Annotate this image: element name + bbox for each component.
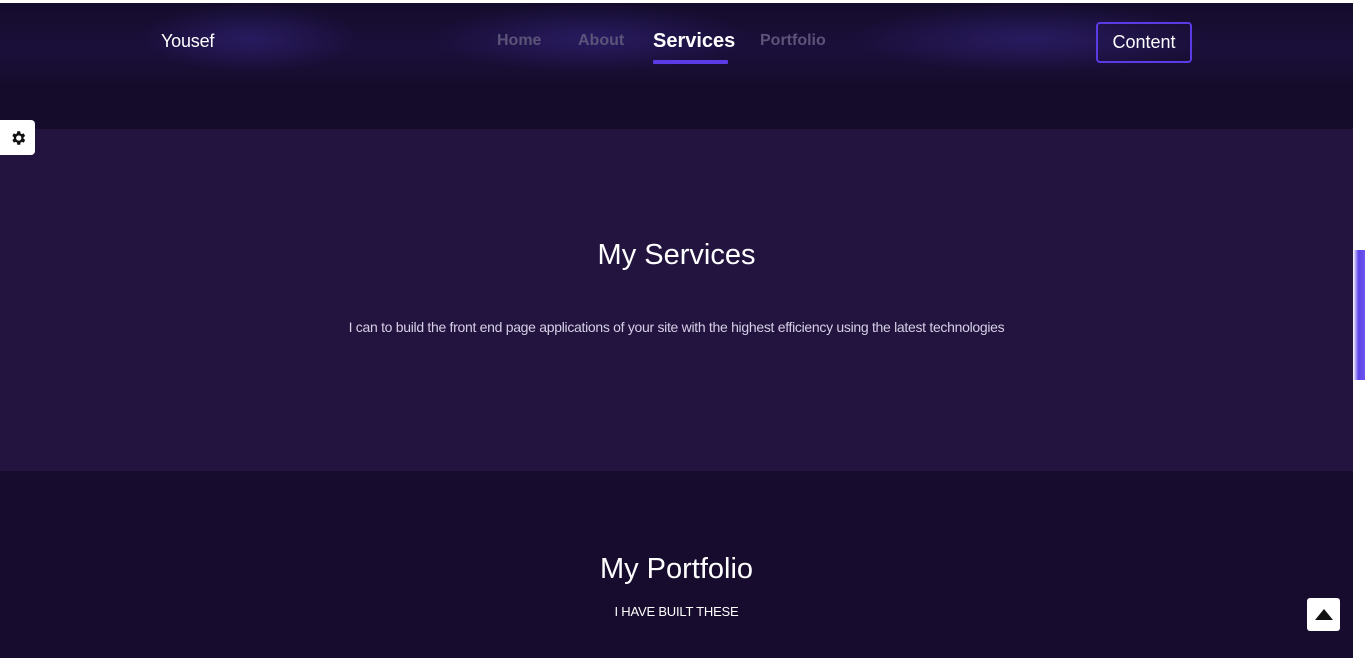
portfolio-subtitle: I HAVE BUILT THESE <box>614 604 739 619</box>
services-title: My Services <box>597 239 756 271</box>
nav-link-services[interactable]: Services <box>653 30 735 53</box>
brand-logo[interactable]: Yousef <box>161 31 214 52</box>
page-viewport: Yousef Home About Services Portfolio Con… <box>0 3 1353 658</box>
header-spacer <box>0 83 1353 129</box>
nav-link-home[interactable]: Home <box>497 32 541 50</box>
caret-up-icon <box>1314 608 1333 620</box>
portfolio-title: My Portfolio <box>599 553 754 585</box>
settings-toggle-button[interactable] <box>0 120 35 155</box>
navbar: Yousef Home About Services Portfolio Con… <box>0 3 1353 83</box>
active-nav-indicator <box>653 60 728 64</box>
scrollbar-thumb[interactable] <box>1353 250 1365 380</box>
nav-link-about[interactable]: About <box>578 32 624 50</box>
services-description: I can to build the front end page applic… <box>348 319 1005 335</box>
back-to-top-button[interactable] <box>1307 598 1340 631</box>
nav-link-portfolio[interactable]: Portfolio <box>760 32 826 50</box>
services-section: My Services I can to build the front end… <box>0 129 1353 471</box>
content-button[interactable]: Content <box>1096 22 1192 63</box>
portfolio-section: My Portfolio I HAVE BUILT THESE <box>0 471 1353 658</box>
gear-icon <box>11 130 25 145</box>
